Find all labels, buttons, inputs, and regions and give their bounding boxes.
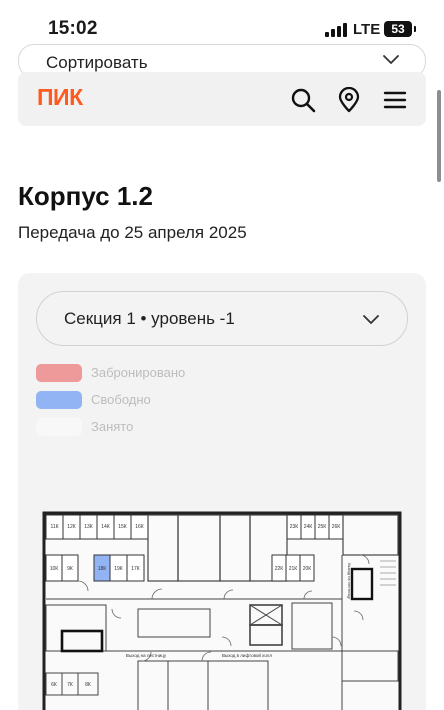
legend-swatch-reserved — [36, 364, 82, 382]
legend-swatch-occupied — [36, 418, 82, 436]
site-header: ПИК — [18, 72, 426, 126]
exit-label: Выход в лифтовой холл — [222, 652, 272, 658]
brand-logo[interactable]: ПИК — [37, 84, 83, 111]
unit-label: 19К — [114, 566, 123, 572]
sort-label: Сортировать — [46, 53, 148, 72]
legend-swatch-free — [36, 391, 82, 409]
unit-label: 14К — [101, 524, 110, 530]
signal-icon — [325, 23, 347, 37]
section-level-select[interactable]: Секция 1 • уровень -1 — [36, 291, 408, 346]
unit-label: 20К — [303, 566, 312, 572]
network-type: LTE — [353, 21, 381, 38]
status-bar: 15:02 LTE 53 — [0, 0, 444, 48]
exit-label: Выход на лестницу — [347, 563, 352, 599]
unit-label: 22К — [275, 566, 284, 572]
unit-label: 12К — [67, 524, 76, 530]
legend-label-reserved: Забронировано — [91, 365, 186, 380]
search-icon[interactable] — [290, 87, 316, 113]
unit-label: 9К — [67, 566, 73, 572]
chevron-down-icon — [383, 55, 399, 64]
unit-label: 21К — [289, 566, 298, 572]
unit-label: 24К — [304, 524, 313, 530]
unit-label: 25К — [318, 524, 327, 530]
legend-label-occupied: Занято — [91, 419, 134, 434]
unit-label: 10К — [50, 566, 59, 572]
unit-label: 18К — [98, 566, 107, 572]
chevron-down-icon — [363, 315, 379, 324]
exit-label: Выход на лестницу — [126, 653, 167, 658]
unit-label: 13К — [84, 524, 93, 530]
delivery-date: Передача до 25 апреля 2025 — [18, 223, 247, 242]
unit-label: 16К — [135, 524, 144, 530]
unit-label: 23К — [290, 524, 299, 530]
legend-label-free: Свободно — [91, 392, 151, 407]
battery-icon: 53 — [384, 21, 416, 37]
page-title: Корпус 1.2 — [18, 181, 153, 211]
unit-label: 17К — [131, 566, 140, 572]
unit-label: 11К — [50, 524, 58, 530]
unit-label: 6К — [51, 682, 57, 688]
scrollbar[interactable] — [437, 90, 441, 182]
unit-label: 15К — [118, 524, 127, 530]
map-pin-icon[interactable] — [336, 87, 362, 113]
floor-plan[interactable]: 11К 12К 13К 14К 15К 16К 23К 24К 25К 26К … — [42, 511, 402, 710]
unit-label: 26К — [332, 524, 341, 530]
unit-label: 8К — [85, 682, 91, 688]
section-level-value: Секция 1 • уровень -1 — [64, 309, 235, 328]
unit-label: 7К — [67, 682, 73, 688]
menu-icon[interactable] — [382, 87, 408, 113]
status-time: 15:02 — [48, 18, 98, 39]
floor-plan-panel: Секция 1 • уровень -1 Забронировано Своб… — [18, 273, 426, 710]
